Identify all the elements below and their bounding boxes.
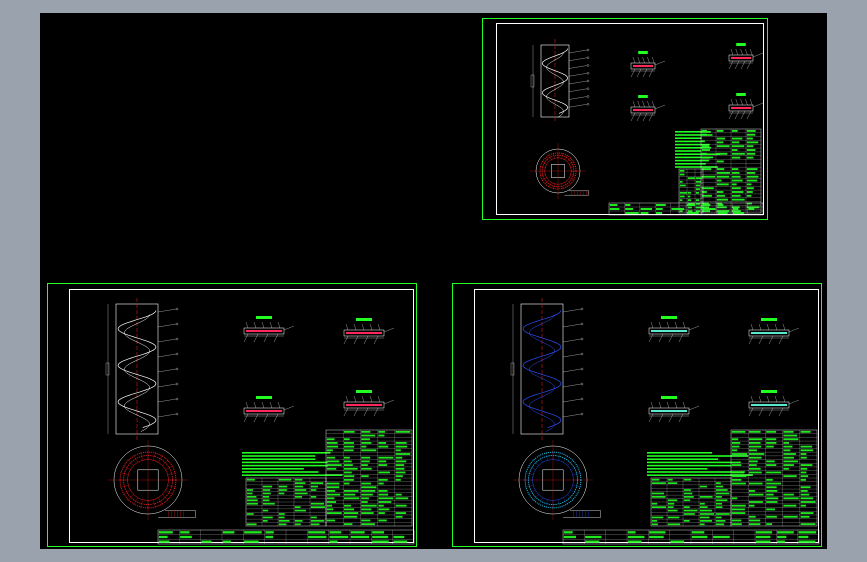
section-detail-icon (748, 318, 800, 345)
spiral-plan-view-icon (108, 440, 196, 520)
notes-block (675, 131, 721, 168)
sheet-left-graphics (105, 298, 415, 545)
sheet-right-graphics (510, 298, 820, 545)
section-detail-icon (728, 43, 764, 70)
parts-table-icon (700, 128, 762, 214)
spiral-plan-view-icon (513, 440, 601, 520)
section-detail-icon (748, 390, 800, 417)
spiral-chute-elevation-icon (530, 39, 590, 123)
section-detail-icon (343, 318, 395, 345)
drawing-sheet-right[interactable] (452, 283, 822, 547)
title-block-icon (157, 529, 415, 545)
section-detail-icon (648, 396, 700, 423)
title-block-icon (562, 529, 820, 545)
section-detail-icon (343, 390, 395, 417)
sheet-small-graphics (530, 39, 764, 216)
parts-table-icon (730, 429, 818, 527)
drawing-sheet-small[interactable] (482, 18, 768, 220)
section-detail-icon (630, 95, 666, 122)
drawing-sheet-left[interactable] (47, 283, 417, 547)
section-detail-icon (243, 396, 295, 423)
notes-block (242, 452, 343, 476)
parts-table-icon (650, 477, 732, 527)
parts-table-icon (678, 168, 704, 214)
drawing-canvas[interactable] (40, 13, 827, 549)
section-detail-icon (648, 316, 700, 343)
section-detail-icon (728, 93, 764, 120)
spiral-chute-elevation-icon (510, 298, 584, 440)
section-detail-icon (630, 51, 666, 78)
spiral-chute-elevation-icon (105, 298, 179, 440)
spiral-plan-view-icon (530, 143, 589, 199)
section-detail-icon (243, 316, 295, 343)
title-block-icon (608, 202, 764, 216)
parts-table-icon (325, 429, 413, 527)
parts-table-icon (245, 477, 327, 527)
